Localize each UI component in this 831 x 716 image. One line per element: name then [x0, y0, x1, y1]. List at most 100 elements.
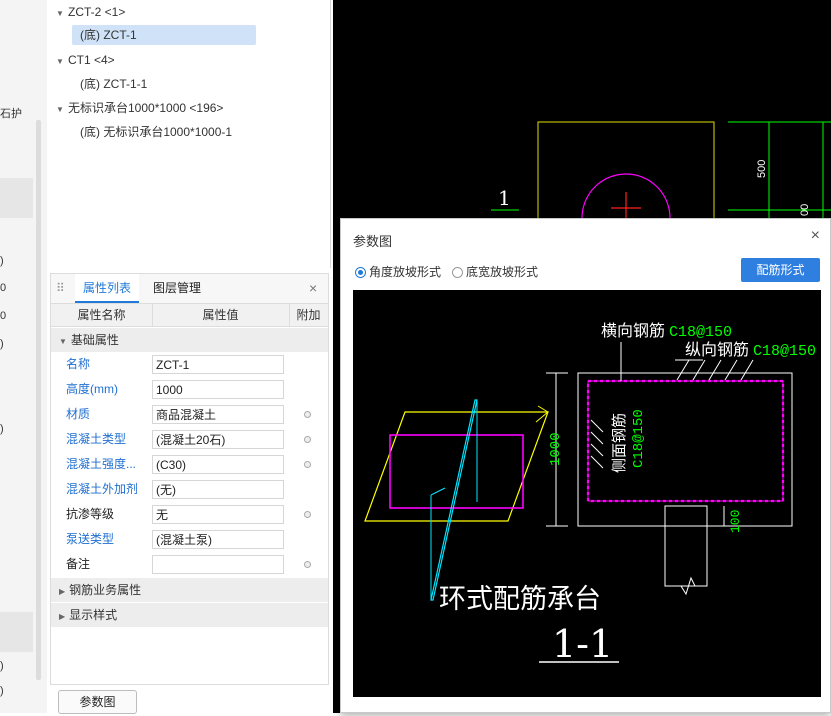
- prop-value-field[interactable]: (混凝土20石): [152, 430, 284, 449]
- left-side-panel: 石护 ) 0 0 ) ) ) ): [0, 0, 47, 713]
- property-grid-header: 属性名称 属性值 附加: [51, 304, 328, 327]
- leader-line: [708, 359, 722, 381]
- leader-line: [590, 431, 604, 445]
- property-panel: ⠿ 属性列表 图层管理 × 属性名称 属性值 附加 ▼ 基础属性 名称 ZCT-1…: [50, 273, 329, 685]
- column-name: 属性名称: [51, 304, 153, 326]
- strip-label: 石护: [0, 108, 22, 120]
- prop-value-field[interactable]: 1000: [152, 380, 284, 399]
- prop-name: 泵送类型: [66, 532, 115, 546]
- side-rebar-label: 侧面钢筋: [610, 413, 628, 473]
- leader-line: [676, 359, 690, 381]
- chevron-down-icon[interactable]: ▼: [59, 337, 67, 346]
- radio-unchecked-icon[interactable]: [452, 267, 463, 278]
- rebar-config-button[interactable]: 配筋形式: [741, 258, 820, 282]
- prop-name: 高度(mm): [66, 382, 118, 396]
- strip-label: ): [0, 255, 4, 267]
- leader-line: [692, 359, 706, 381]
- tree-item-unmarked-1[interactable]: (底) 无标识承台1000*1000-1: [80, 122, 232, 142]
- leader-line: [590, 455, 604, 469]
- section-label: 1-1: [552, 622, 613, 666]
- prop-row: 混凝土类型 (混凝土20石): [51, 427, 328, 452]
- leader-line: [590, 443, 604, 457]
- prop-value-field[interactable]: [152, 555, 284, 574]
- prop-value-field[interactable]: (C30): [152, 455, 284, 474]
- chevron-right-icon[interactable]: ▶: [59, 587, 65, 596]
- leader-line: [724, 359, 738, 381]
- diagram-main-title: 环式配筋承台: [439, 584, 601, 615]
- side-rebar-value: C18@150: [631, 409, 647, 468]
- attach-checkbox[interactable]: [304, 511, 311, 518]
- radio-checked-icon[interactable]: [355, 267, 366, 278]
- tree-item-zct1-selected[interactable]: (底) ZCT-1: [72, 25, 256, 45]
- slab-arrow: [537, 405, 549, 413]
- tab-layer-management[interactable]: 图层管理: [145, 274, 209, 303]
- ring-rebar-cap-diagram: 1000 100 横向钢筋 C18@150 纵向钢筋 C18@150 侧面钢筋 …: [364, 321, 816, 666]
- prop-value-field[interactable]: 商品混凝土: [152, 405, 284, 424]
- cad-dim-00: 00: [799, 204, 811, 216]
- param-diagram-canvas: 1000 100 横向钢筋 C18@150 纵向钢筋 C18@150 侧面钢筋 …: [353, 290, 821, 697]
- tab-property-list[interactable]: 属性列表: [75, 274, 140, 303]
- slab-outline: [364, 411, 549, 522]
- component-tree: ▼ ZCT-2 <1> (底) ZCT-1 ▼ CT1 <4> (底) ZCT-1-…: [50, 0, 331, 268]
- ring-rebar-3d: [389, 434, 524, 509]
- prop-value-field[interactable]: (混凝土泵): [152, 530, 284, 549]
- cad-dim-500: 500: [756, 160, 768, 178]
- strip-highlight: [0, 612, 33, 652]
- dim-cover-label: 100: [728, 510, 743, 533]
- attach-checkbox[interactable]: [304, 461, 311, 468]
- strip-scrollbar[interactable]: [36, 120, 41, 680]
- radio-width-slope[interactable]: 底宽放坡形式: [452, 264, 538, 280]
- chevron-down-icon[interactable]: ▼: [56, 4, 68, 24]
- drag-handle-icon[interactable]: ⠿: [56, 281, 65, 295]
- prop-name: 抗渗等级: [66, 507, 115, 521]
- prop-name: 混凝土外加剂: [66, 482, 139, 496]
- close-icon[interactable]: ×: [309, 280, 317, 296]
- tree-item-zct1-1[interactable]: (底) ZCT-1-1: [80, 74, 147, 94]
- attach-checkbox[interactable]: [304, 436, 311, 443]
- attach-checkbox[interactable]: [304, 411, 311, 418]
- group-display-style[interactable]: ▶ 显示样式: [51, 603, 328, 627]
- prop-value-field[interactable]: 无: [152, 505, 284, 524]
- strip-label: ): [0, 338, 4, 350]
- strip-label: 0: [0, 282, 7, 294]
- prop-row: 高度(mm) 1000: [51, 377, 328, 402]
- strip-label: 0: [0, 310, 7, 322]
- prop-value-field[interactable]: ZCT-1: [152, 355, 284, 374]
- longitudinal-rebar-label: 纵向钢筋: [685, 340, 749, 359]
- strip-label: ): [0, 660, 4, 672]
- prop-row: 名称 ZCT-1: [51, 352, 328, 377]
- prop-row: 混凝土外加剂 (无): [51, 477, 328, 502]
- horizontal-rebar-label: 横向钢筋: [601, 321, 665, 340]
- chevron-right-icon[interactable]: ▶: [59, 612, 65, 621]
- pile-outline: [664, 505, 708, 587]
- chevron-down-icon[interactable]: ▼: [56, 100, 68, 120]
- horizontal-rebar-value: C18@150: [669, 324, 732, 341]
- close-icon[interactable]: ×: [811, 227, 820, 245]
- prop-name: 混凝土强度...: [66, 457, 137, 471]
- tree-item-unmarked[interactable]: ▼ 无标识承台1000*1000 <196>: [56, 98, 223, 118]
- dim-height-label: 1000: [548, 432, 564, 466]
- prop-row: 备注: [51, 552, 328, 577]
- column-extra: 附加: [296, 308, 321, 322]
- longitudinal-rebar-value: C18@150: [753, 343, 816, 360]
- prop-row: 混凝土强度... (C30): [51, 452, 328, 477]
- prop-name: 备注: [66, 557, 91, 571]
- param-diagram-button[interactable]: 参数图: [58, 690, 137, 714]
- property-tabbar: ⠿ 属性列表 图层管理 ×: [51, 274, 328, 304]
- prop-name: 混凝土类型: [66, 432, 127, 446]
- prop-row: 抗渗等级 无: [51, 502, 328, 527]
- attach-checkbox[interactable]: [304, 561, 311, 568]
- prop-value-field[interactable]: (无): [152, 480, 284, 499]
- section-plane-edge: [430, 487, 446, 496]
- dialog-title: 参数图: [353, 234, 393, 249]
- group-rebar-properties[interactable]: ▶ 钢筋业务属性: [51, 578, 328, 602]
- group-basic-properties[interactable]: ▼ 基础属性: [51, 328, 328, 352]
- prop-name: 材质: [66, 407, 91, 421]
- radio-angle-slope[interactable]: 角度放坡形式: [355, 264, 441, 280]
- tree-item-ct1[interactable]: ▼ CT1 <4>: [56, 50, 115, 70]
- column-value: 属性值: [152, 304, 290, 326]
- prop-row: 材质 商品混凝土: [51, 402, 328, 427]
- chevron-down-icon[interactable]: ▼: [56, 52, 68, 72]
- strip-label: ): [0, 685, 4, 697]
- tree-item-zct2[interactable]: ▼ ZCT-2 <1>: [56, 2, 125, 22]
